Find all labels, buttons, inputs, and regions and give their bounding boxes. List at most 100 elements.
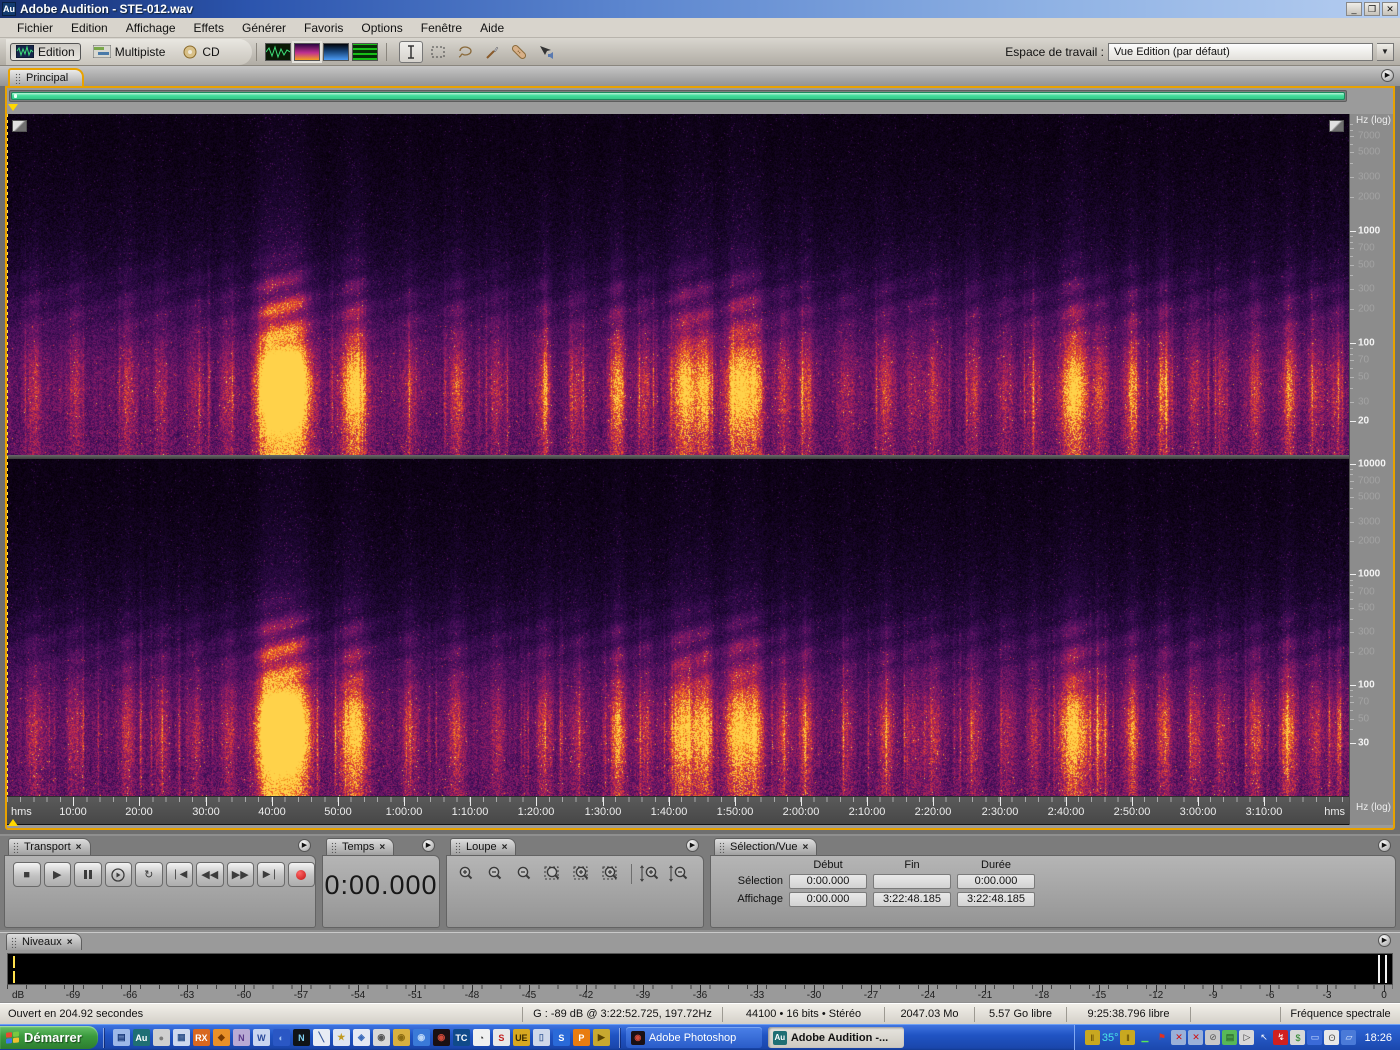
pause-indicator-icon[interactable]: ‖ [1120,1030,1135,1045]
waveform-view-button[interactable] [265,43,291,61]
playhead-strip[interactable] [7,104,1393,114]
no-entry-icon[interactable]: ⊘ [1205,1030,1220,1045]
swish-icon[interactable]: S [553,1029,570,1046]
zoom-out-vertical-button[interactable] [668,864,690,884]
zoom-in-horizontal-button[interactable] [457,864,479,884]
frequency-ruler-left[interactable]: Hz (log) 7000500030002000100070050030020… [1350,114,1393,455]
red-bolt-icon[interactable]: ↯ [1273,1030,1288,1045]
zoom-selection-right-button[interactable] [602,864,624,884]
restore-button[interactable]: ❐ [1364,2,1380,16]
stop-button[interactable]: ■ [13,862,41,887]
selection-duree-field[interactable]: 0:00.000 [957,874,1035,889]
transport-panel-menu-icon[interactable]: ▶ [298,839,311,852]
spectral-pan-view-button[interactable] [323,43,349,61]
effects-paintbrush-tool-button[interactable] [480,41,504,63]
ribbon-icon[interactable]: ◈ [353,1029,370,1046]
zoom-out-horizontal-button[interactable] [486,864,508,884]
menu-favoris[interactable]: Favoris [295,19,352,37]
photo-app-icon[interactable]: N [293,1029,310,1046]
media-player-icon[interactable]: ▶ [593,1029,610,1046]
menu-fenêtre[interactable]: Fenêtre [412,19,471,37]
burst-icon[interactable]: ★ [333,1029,350,1046]
time-ruler[interactable]: hms hms 10:0020:0030:0040:0050:001:00:00… [7,796,1349,824]
network-disabled-icon[interactable]: ✕ [1171,1030,1186,1045]
menu-effets[interactable]: Effets [185,19,233,37]
orange-app-icon[interactable]: ◆ [213,1029,230,1046]
lasso-selection-tool-button[interactable] [453,41,477,63]
green-bar-icon[interactable]: ▁ [1137,1030,1152,1045]
flag-icon[interactable]: ⚑ [1154,1030,1169,1045]
dollar-icon[interactable]: $ [1290,1030,1305,1045]
edition-mode-button[interactable]: Edition [10,43,81,61]
time-selection-tool-button[interactable] [399,41,423,63]
spectrogram-right-channel[interactable] [7,459,1349,796]
spectral-frequency-view-button[interactable] [294,43,320,61]
tc-icon[interactable]: TC [453,1029,470,1046]
fast-forward-button[interactable]: ▶▶ [227,862,255,887]
planet-icon[interactable]: ◐ [273,1029,290,1046]
compass-icon[interactable]: ◔ [473,1029,490,1046]
selection-vue-close-icon[interactable]: × [802,843,808,852]
scrub-tool-button[interactable] [534,41,558,63]
loupe-panel-menu-icon[interactable]: ▶ [686,839,699,852]
show-desktop-icon[interactable]: ▤ [113,1029,130,1046]
zoom-out-full-button[interactable] [515,864,537,884]
playhead-marker-bottom[interactable] [8,814,18,826]
sbp-icon[interactable]: S [493,1029,510,1046]
menu-edition[interactable]: Edition [62,19,117,37]
zoom-to-selection-button[interactable] [544,864,566,884]
spot-healing-brush-tool-button[interactable] [507,41,531,63]
record-button[interactable] [288,862,316,887]
start-button[interactable]: Démarrer [0,1026,98,1049]
task-button-audition[interactable]: AuAdobe Audition -... [768,1027,904,1048]
temps-panel-menu-icon[interactable]: ▶ [422,839,435,852]
onenote-icon[interactable]: N [233,1029,250,1046]
camera-icon[interactable]: ◉ [373,1029,390,1046]
level-meter[interactable] [7,953,1393,985]
rx-icon[interactable]: RX [193,1029,210,1046]
word-icon[interactable]: W [253,1029,270,1046]
time-display[interactable]: 0:00.000 [323,870,439,901]
horizontal-scroll-track[interactable] [9,90,1347,102]
close-button[interactable]: ✕ [1382,2,1398,16]
folder-icon[interactable]: ▱ [1341,1030,1356,1045]
workspace-select[interactable]: Vue Edition (par défaut) [1108,43,1373,61]
niveaux-tab[interactable]: Niveaux × [6,933,82,950]
menu-aide[interactable]: Aide [471,19,513,37]
zoom-in-vertical-button[interactable] [639,864,661,884]
audition-quicklaunch-icon[interactable]: Au [133,1029,150,1046]
pause-button[interactable] [74,862,102,887]
niveaux-panel-menu-icon[interactable]: ▶ [1378,934,1391,947]
sphere-icon[interactable]: ● [153,1029,170,1046]
monitor-icon[interactable]: ▭ [1307,1030,1322,1045]
affichage-debut-field[interactable]: 0:00.000 [789,892,867,907]
menu-générer[interactable]: Générer [233,19,295,37]
horizontal-range-bar[interactable] [11,92,1345,100]
calculator-icon[interactable]: ▦ [173,1029,190,1046]
temps-close-icon[interactable]: × [379,843,385,852]
panel-menu-icon[interactable]: ▶ [1381,69,1394,82]
transport-close-icon[interactable]: × [76,843,82,852]
temperature-indicator[interactable]: 35° [1102,1032,1119,1044]
cursor-icon[interactable]: ↖ [1256,1030,1271,1045]
menu-affichage[interactable]: Affichage [117,19,185,37]
mouse-icon[interactable]: ʘ [1324,1030,1339,1045]
selection-fin-field[interactable] [873,874,951,889]
wand-icon[interactable]: ╲ [313,1029,330,1046]
task-button-photoshop[interactable]: ◉Adobe Photoshop [626,1027,762,1048]
cd-mode-button[interactable]: CD [177,43,225,61]
selection-vue-tab[interactable]: Sélection/Vue × [714,838,817,855]
minimize-button[interactable]: _ [1346,2,1362,16]
marquee-selection-tool-button[interactable] [426,41,450,63]
phase-view-button[interactable] [352,43,378,61]
pdf-icon[interactable]: P [573,1029,590,1046]
spectrogram-left-channel[interactable] [7,114,1349,455]
selection-debut-field[interactable]: 0:00.000 [789,874,867,889]
go-to-start-button[interactable]: ❘◀ [166,862,194,887]
play-from-cursor-button[interactable] [105,862,133,887]
network-disabled2-icon[interactable]: ✕ [1188,1030,1203,1045]
transport-tab[interactable]: Transport × [8,838,91,855]
selection-panel-menu-icon[interactable]: ▶ [1378,839,1391,852]
disk-icon[interactable]: ▤ [1222,1030,1237,1045]
niveaux-close-icon[interactable]: × [67,938,73,947]
